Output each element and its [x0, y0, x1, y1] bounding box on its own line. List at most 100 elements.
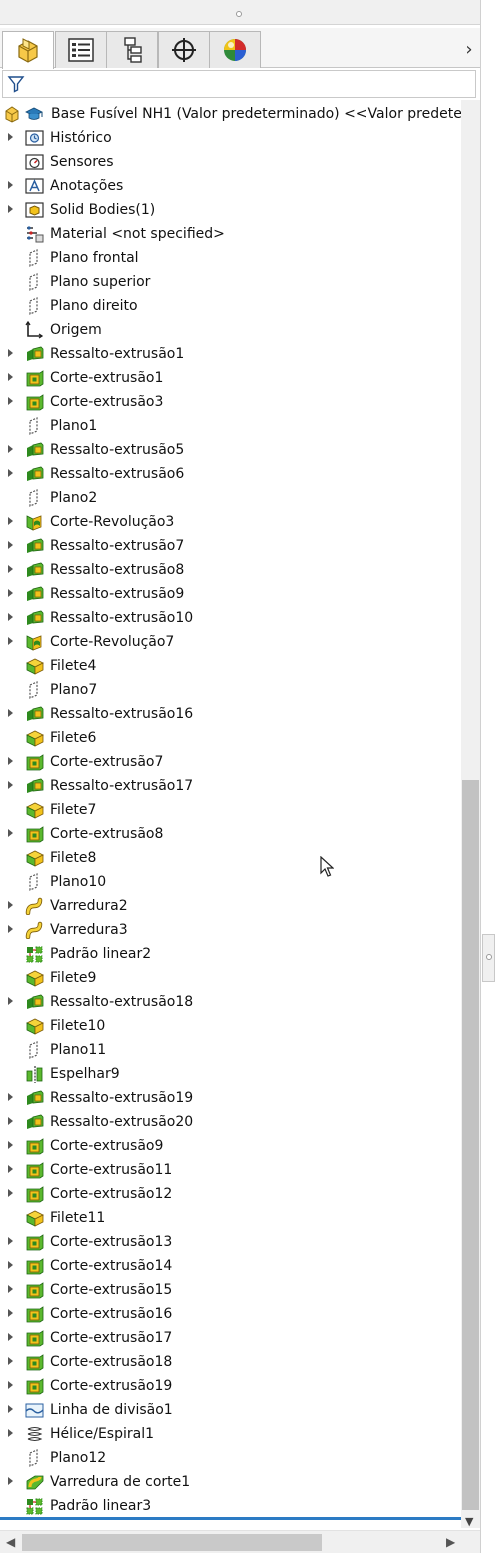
expand-arrow-icon[interactable] [8, 901, 13, 909]
tree-item[interactable]: Corte-extrusão17 [0, 1326, 461, 1350]
tree-item[interactable]: Corte-extrusão8 [0, 822, 461, 846]
tree-item[interactable]: Corte-extrusão16 [0, 1302, 461, 1326]
tree-item[interactable]: Filete8 [0, 846, 461, 870]
expand-arrow-icon[interactable] [8, 469, 13, 477]
tree-item[interactable]: Corte-extrusão11 [0, 1158, 461, 1182]
expand-arrow-icon[interactable] [8, 1381, 13, 1389]
tree-item[interactable]: Corte-extrusão13 [0, 1230, 461, 1254]
tree-item[interactable]: Ressalto-extrusão9 [0, 582, 461, 606]
horizontal-scrollbar-thumb[interactable] [22, 1534, 322, 1551]
expand-arrow-icon[interactable] [8, 925, 13, 933]
tree-item[interactable]: Ressalto-extrusão6 [0, 462, 461, 486]
tree-item[interactable]: Filete10 [0, 1014, 461, 1038]
tree-item[interactable]: Anotações [0, 174, 461, 198]
tabs-scroll-right-button[interactable]: › [460, 36, 478, 62]
expand-arrow-icon[interactable] [8, 1261, 13, 1269]
expand-arrow-icon[interactable] [8, 349, 13, 357]
tree-item[interactable]: Filete7 [0, 798, 461, 822]
tree-item[interactable]: Solid Bodies(1) [0, 198, 461, 222]
tree-item[interactable]: Plano7 [0, 678, 461, 702]
scroll-down-arrow-icon[interactable]: ▼ [465, 1515, 473, 1528]
expand-arrow-icon[interactable] [8, 397, 13, 405]
tree-item[interactable]: Sensores [0, 150, 461, 174]
expand-arrow-icon[interactable] [8, 517, 13, 525]
tree-item[interactable]: Ressalto-extrusão19 [0, 1086, 461, 1110]
tree-item[interactable]: Histórico [0, 126, 461, 150]
expand-arrow-icon[interactable] [8, 997, 13, 1005]
tree-item[interactable]: Varredura2 [0, 894, 461, 918]
tree-item[interactable]: Varredura3 [0, 918, 461, 942]
scroll-left-arrow-icon[interactable]: ◀ [6, 1535, 15, 1549]
tree-item[interactable]: Plano12 [0, 1446, 461, 1470]
expand-arrow-icon[interactable] [8, 205, 13, 213]
tree-item[interactable]: Material <not specified> [0, 222, 461, 246]
configurationmanager-tab[interactable] [106, 31, 158, 68]
expand-arrow-icon[interactable] [8, 1309, 13, 1317]
tree-item[interactable]: Plano direito [0, 294, 461, 318]
tree-item[interactable]: Ressalto-extrusão16 [0, 702, 461, 726]
tree-item[interactable]: Corte-extrusão9 [0, 1134, 461, 1158]
tree-item[interactable]: Corte-extrusão7 [0, 750, 461, 774]
expand-arrow-icon[interactable] [8, 1237, 13, 1245]
expand-arrow-icon[interactable] [8, 829, 13, 837]
tree-item[interactable]: Origem [0, 318, 461, 342]
expand-arrow-icon[interactable] [8, 181, 13, 189]
feature-filter-bar[interactable] [2, 70, 476, 98]
vertical-scrollbar-thumb[interactable] [462, 780, 479, 1510]
expand-arrow-icon[interactable] [8, 1405, 13, 1413]
expand-arrow-icon[interactable] [8, 1357, 13, 1365]
expand-arrow-icon[interactable] [8, 589, 13, 597]
expand-arrow-icon[interactable] [8, 133, 13, 141]
tree-item[interactable]: Plano11 [0, 1038, 461, 1062]
expand-arrow-icon[interactable] [8, 1141, 13, 1149]
tree-root-part[interactable]: Base Fusível NH1 (Valor predeterminado) … [0, 102, 461, 126]
expand-arrow-icon[interactable] [8, 565, 13, 573]
filter-icon[interactable] [7, 75, 25, 93]
display-manager-tab[interactable] [209, 31, 261, 68]
tree-item[interactable]: Corte-extrusão15 [0, 1278, 461, 1302]
tree-item[interactable]: Espelhar9 [0, 1062, 461, 1086]
dimxpert-tab[interactable] [158, 31, 210, 68]
tree-item[interactable]: Corte-extrusão19 [0, 1374, 461, 1398]
tree-item[interactable]: Hélice/Espiral1 [0, 1422, 461, 1446]
side-splitter-grip[interactable] [482, 934, 495, 982]
featuremanager-tab[interactable] [2, 31, 54, 69]
expand-arrow-icon[interactable] [8, 757, 13, 765]
expand-arrow-icon[interactable] [8, 613, 13, 621]
tree-item[interactable]: Corte-Revolução7 [0, 630, 461, 654]
tree-item[interactable]: Plano1 [0, 414, 461, 438]
expand-arrow-icon[interactable] [8, 1093, 13, 1101]
tree-item[interactable]: Ressalto-extrusão8 [0, 558, 461, 582]
expand-arrow-icon[interactable] [8, 709, 13, 717]
propertymanager-tab[interactable] [55, 31, 107, 68]
tree-item[interactable]: Ressalto-extrusão7 [0, 534, 461, 558]
expand-arrow-icon[interactable] [8, 1429, 13, 1437]
tree-item[interactable]: Corte-extrusão12 [0, 1182, 461, 1206]
tree-item[interactable]: Filete9 [0, 966, 461, 990]
tree-item[interactable]: Corte-extrusão14 [0, 1254, 461, 1278]
expand-arrow-icon[interactable] [8, 541, 13, 549]
tree-item[interactable]: Ressalto-extrusão1 [0, 342, 461, 366]
expand-arrow-icon[interactable] [8, 637, 13, 645]
tree-item[interactable]: Padrão linear2 [0, 942, 461, 966]
expand-arrow-icon[interactable] [8, 1333, 13, 1341]
tree-item[interactable]: Ressalto-extrusão10 [0, 606, 461, 630]
vertical-scrollbar[interactable]: ▼ [461, 100, 480, 1528]
expand-arrow-icon[interactable] [8, 1165, 13, 1173]
expand-arrow-icon[interactable] [8, 781, 13, 789]
tree-item[interactable]: Plano superior [0, 270, 461, 294]
tree-item[interactable]: Filete4 [0, 654, 461, 678]
tree-item[interactable]: Plano frontal [0, 246, 461, 270]
tree-item[interactable]: Varredura de corte1 [0, 1470, 461, 1494]
expand-arrow-icon[interactable] [8, 1477, 13, 1485]
tree-item[interactable]: Plano2 [0, 486, 461, 510]
tree-item[interactable]: Linha de divisão1 [0, 1398, 461, 1422]
tree-item[interactable]: Plano10 [0, 870, 461, 894]
panel-splitter-grip[interactable] [236, 11, 242, 17]
tree-item[interactable]: Filete6 [0, 726, 461, 750]
tree-item[interactable]: Padrão linear3 [0, 1494, 461, 1517]
tree-item[interactable]: Corte-extrusão1 [0, 366, 461, 390]
tree-item[interactable]: Ressalto-extrusão5 [0, 438, 461, 462]
scroll-right-arrow-icon[interactable]: ▶ [446, 1535, 455, 1549]
tree-item[interactable]: Ressalto-extrusão18 [0, 990, 461, 1014]
